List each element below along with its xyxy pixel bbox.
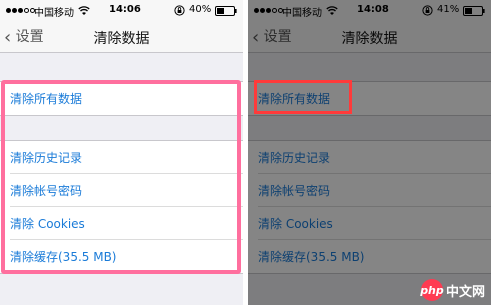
highlight-box (1, 80, 241, 274)
clock: 14:06 (109, 4, 141, 15)
page-title: 清除数据 (93, 31, 150, 47)
watermark: php 中文网 (420, 279, 485, 301)
dim-overlay (248, 0, 491, 305)
watermark-logo: php (420, 279, 444, 301)
carrier: 中国移动 (34, 8, 74, 19)
status-bar: 中国移动 14:06 40% (0, 0, 243, 22)
right-screen: 中国移动 14:08 41% ‹ 设置 清除数据 清除所有数据 清除历史记录 清… (248, 0, 491, 305)
watermark-text: 中文网 (445, 284, 485, 300)
left-screen: 中国移动 14:06 40% ‹ 设置 清除数据 清除所有数据 清除历史记录 清… (0, 0, 243, 305)
wifi-icon (78, 6, 90, 15)
rotation-lock-icon (174, 5, 185, 16)
navigation-bar: ‹ 设置 清除数据 (0, 22, 243, 53)
battery-percent: 40% (189, 4, 212, 15)
signal-dots-icon (6, 8, 35, 13)
highlight-box (254, 80, 352, 114)
battery-icon (215, 6, 237, 16)
